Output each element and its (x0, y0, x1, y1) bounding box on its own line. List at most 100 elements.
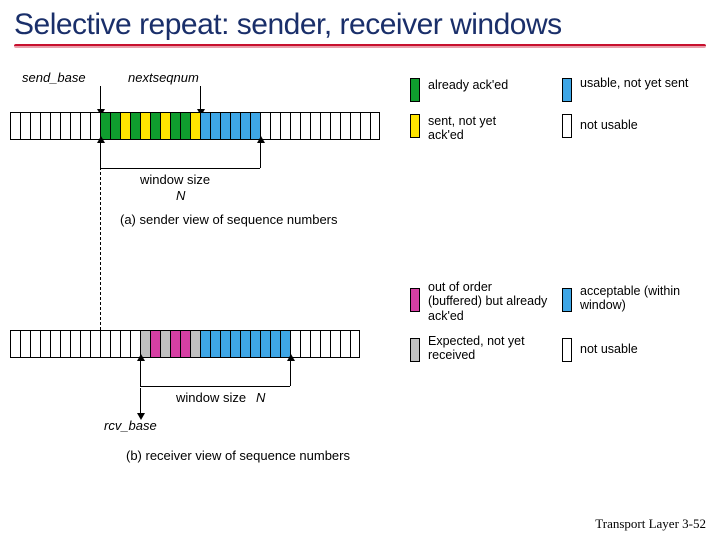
receiver-window-span (140, 386, 290, 387)
seq-cell (90, 330, 100, 358)
arrow-rcv-base (140, 388, 141, 414)
seq-cell (150, 330, 160, 358)
seq-cell (210, 112, 220, 140)
seq-cell (340, 112, 350, 140)
seq-cell (170, 330, 180, 358)
seq-cell (300, 330, 310, 358)
seq-cell (40, 112, 50, 140)
label-send-base: send_base (22, 70, 86, 85)
seq-cell (350, 330, 360, 358)
seq-cell (290, 112, 300, 140)
seq-cell (50, 330, 60, 358)
seq-cell (10, 112, 20, 140)
sender-window-right-arrow (260, 142, 261, 168)
seq-cell (200, 112, 210, 140)
arrow-send-base (100, 86, 101, 110)
seq-cell (50, 112, 60, 140)
seq-cell (260, 330, 270, 358)
seq-cell (230, 112, 240, 140)
sender-n-label: N (176, 188, 185, 203)
sender-window-label: window size (140, 172, 210, 187)
legend-swatch-sent-unacked (410, 114, 420, 138)
seq-cell (330, 330, 340, 358)
seq-cell (310, 112, 320, 140)
legend-swatch-usable (562, 78, 572, 102)
seq-cell (80, 112, 90, 140)
receiver-window-label: window size (176, 390, 246, 405)
seq-cell (250, 330, 260, 358)
seq-cell (20, 330, 30, 358)
seq-cell (140, 112, 150, 140)
seq-cell (20, 112, 30, 140)
receiver-window-right-arrow (290, 360, 291, 386)
receiver-n-label: N (256, 390, 265, 405)
legend-text-not-usable-b: not usable (580, 342, 680, 356)
legend-text-buffered: out of order (buffered) but already ack'… (428, 280, 548, 323)
seq-cell (230, 330, 240, 358)
seq-cell (160, 330, 170, 358)
seq-cell (30, 112, 40, 140)
legend-swatch-acked (410, 78, 420, 102)
seq-cell (220, 330, 230, 358)
seq-cell (60, 330, 70, 358)
seq-cell (320, 330, 330, 358)
seq-cell (80, 330, 90, 358)
legend-swatch-acceptable (562, 288, 572, 312)
seq-cell (270, 112, 280, 140)
legend-text-sent-unacked: sent, not yet ack'ed (428, 114, 528, 143)
seq-cell (10, 330, 20, 358)
seq-cell (70, 330, 80, 358)
legend-text-acked: already ack'ed (428, 78, 518, 92)
seq-cell (210, 330, 220, 358)
legend-text-expected: Expected, not yet received (428, 334, 548, 363)
seq-cell (160, 112, 170, 140)
legend-text-not-usable-a: not usable (580, 118, 680, 132)
legend-text-acceptable: acceptable (within window) (580, 284, 700, 313)
seq-cell (340, 330, 350, 358)
seq-cell (100, 330, 110, 358)
sender-window-span (100, 168, 260, 169)
seq-cell (30, 330, 40, 358)
page-title: Selective repeat: sender, receiver windo… (0, 0, 720, 44)
label-rcv-base: rcv_base (104, 418, 157, 433)
seq-cell (280, 112, 290, 140)
legend-swatch-not-usable-a (562, 114, 572, 138)
seq-cell (350, 112, 360, 140)
seq-cell (370, 112, 380, 140)
label-nextseqnum: nextseqnum (128, 70, 199, 85)
seq-cell (240, 330, 250, 358)
seq-cell (310, 330, 320, 358)
legend-swatch-expected (410, 338, 420, 362)
seq-cell (190, 112, 200, 140)
seq-cell (320, 112, 330, 140)
legend-swatch-buffered (410, 288, 420, 312)
seq-cell (120, 330, 130, 358)
seq-cell (130, 112, 140, 140)
seq-cell (60, 112, 70, 140)
seq-cell (190, 330, 200, 358)
receiver-caption: (b) receiver view of sequence numbers (126, 448, 350, 463)
sender-caption: (a) sender view of sequence numbers (120, 212, 338, 227)
footer-chapter: Transport Layer (595, 516, 679, 531)
footer: Transport Layer 3-52 (595, 516, 706, 532)
legend-swatch-not-usable-b (562, 338, 572, 362)
seq-cell (70, 112, 80, 140)
diagram-area: send_base nextseqnum window size N (a) s… (0, 48, 720, 518)
seq-cell (40, 330, 50, 358)
seq-cell (120, 112, 130, 140)
arrow-nextseqnum (200, 86, 201, 110)
seq-cell (150, 112, 160, 140)
dashed-link-line (100, 142, 101, 330)
legend-text-usable: usable, not yet sent (580, 76, 690, 90)
seq-cell (270, 330, 280, 358)
seq-cell (240, 112, 250, 140)
receiver-window-left-arrow (140, 360, 141, 386)
receiver-sequence-strip (10, 330, 360, 358)
seq-cell (180, 330, 190, 358)
footer-page: 3-52 (682, 516, 706, 531)
seq-cell (180, 112, 190, 140)
seq-cell (110, 330, 120, 358)
seq-cell (200, 330, 210, 358)
seq-cell (110, 112, 120, 140)
seq-cell (360, 112, 370, 140)
